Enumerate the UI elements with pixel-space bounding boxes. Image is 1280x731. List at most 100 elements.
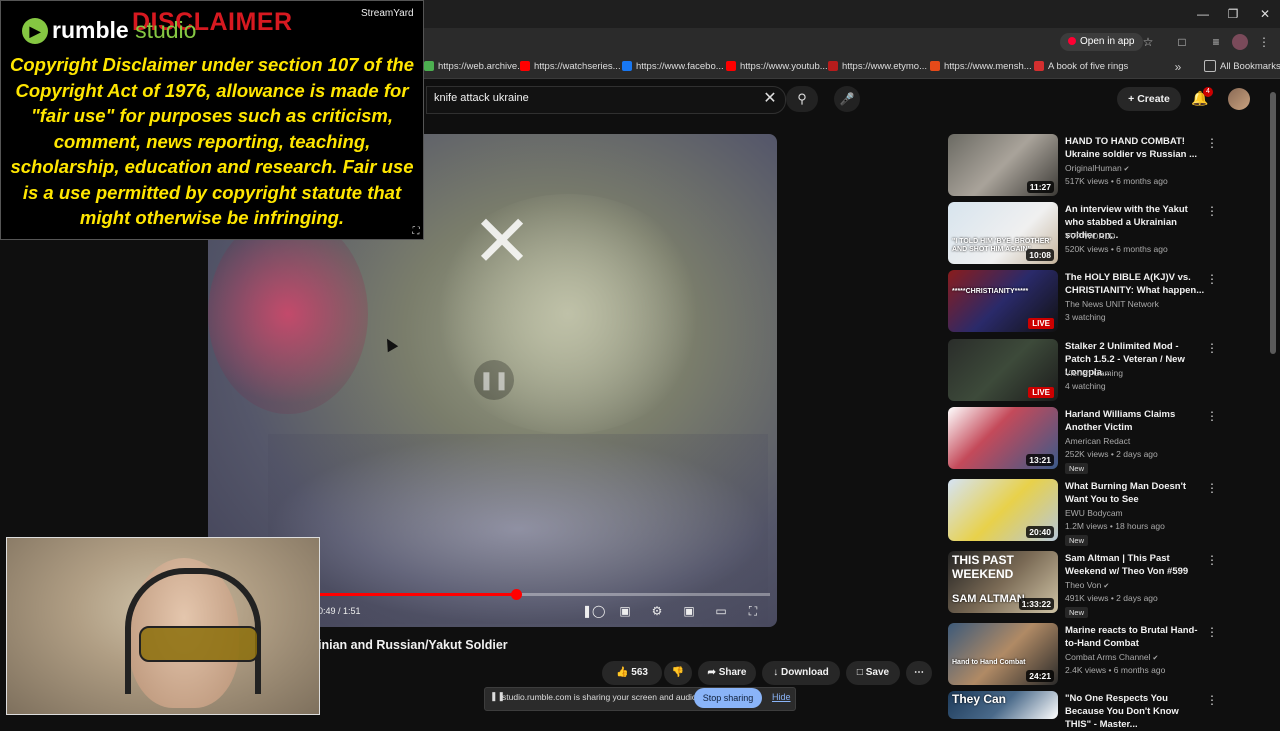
video-thumbnail[interactable]: "I TOLD HIM 'BYE, BROTHER' AND SHOT HIM … bbox=[948, 202, 1058, 264]
profile-icon[interactable] bbox=[1232, 34, 1248, 50]
related-video-title[interactable]: Marine reacts to Brutal Hand-to-Hand Com… bbox=[1065, 624, 1205, 650]
fullscreen-icon[interactable]: ⛶ bbox=[744, 603, 762, 619]
minimize-icon[interactable]: — bbox=[1188, 4, 1218, 24]
bookmark-label: https://www.youtub... bbox=[740, 61, 828, 72]
search-input[interactable]: knife attack ukraine bbox=[434, 92, 529, 104]
related-video-title[interactable]: HAND TO HAND COMBAT! Ukraine soldier vs … bbox=[1065, 135, 1205, 161]
channel-name[interactable]: Vierich Gaming bbox=[1065, 368, 1123, 378]
thumbs-down-icon: 👎 bbox=[671, 667, 685, 678]
extensions-icon[interactable]: □ bbox=[1174, 34, 1190, 50]
miniplayer-icon[interactable]: ▣ bbox=[680, 603, 698, 619]
bookmark-favicon-icon bbox=[726, 61, 736, 72]
video-thumbnail[interactable]: LIVE bbox=[948, 339, 1058, 401]
thumbnail-text: Hand to Hand Combat bbox=[952, 659, 1026, 666]
bookmark-item[interactable]: A book of five rings bbox=[1034, 59, 1128, 75]
hide-share-bar-link[interactable]: Hide bbox=[772, 692, 791, 702]
more-actions-button[interactable]: ⋯ bbox=[906, 661, 932, 685]
related-video-title[interactable]: The HOLY BIBLE A(KJ)V vs. CHRISTIANITY: … bbox=[1065, 271, 1205, 297]
verified-icon: ✔ bbox=[1150, 655, 1159, 662]
channel-name[interactable]: Combat Arms Channel ✔ bbox=[1065, 652, 1158, 662]
channel-name[interactable]: The News UNIT Network bbox=[1065, 299, 1159, 309]
bookmark-favicon-icon bbox=[622, 61, 632, 72]
expand-icon[interactable]: ⛶ bbox=[410, 226, 422, 238]
video-options-icon[interactable]: ⋮ bbox=[1206, 481, 1218, 495]
bookmark-item[interactable]: https://www.mensh... bbox=[930, 59, 1032, 75]
video-options-icon[interactable]: ⋮ bbox=[1206, 409, 1218, 423]
thumbnail-text: THIS PAST WEEKEND bbox=[952, 553, 1014, 581]
bookmark-item[interactable]: https://web.archive... bbox=[424, 59, 525, 75]
stop-sharing-button[interactable]: Stop sharing bbox=[694, 688, 762, 708]
autoplay-toggle-icon[interactable]: ❚◯ bbox=[582, 603, 605, 619]
open-in-app-button[interactable]: Open in app bbox=[1060, 33, 1143, 51]
channel-name[interactable]: OriginalHuman ✔ bbox=[1065, 163, 1130, 173]
video-stats: 517K views • 6 months ago bbox=[1065, 176, 1168, 186]
bookmark-icon: □ bbox=[856, 667, 866, 678]
theater-mode-icon[interactable]: ▭ bbox=[712, 603, 730, 619]
captions-icon[interactable]: ▣ bbox=[616, 603, 634, 619]
video-options-icon[interactable]: ⋮ bbox=[1206, 272, 1218, 286]
download-button[interactable]: ↓ Download bbox=[762, 661, 840, 685]
account-avatar[interactable] bbox=[1228, 88, 1250, 110]
related-video-title[interactable]: What Burning Man Doesn't Want You to See bbox=[1065, 480, 1205, 506]
video-options-icon[interactable]: ⋮ bbox=[1206, 553, 1218, 567]
video-thumbnail[interactable]: SAM ALTMAN THIS PAST WEEKEND 1:33:22 bbox=[948, 551, 1058, 613]
restore-icon[interactable]: ❐ bbox=[1218, 4, 1248, 24]
notification-count-badge: 4 bbox=[1203, 87, 1213, 97]
video-options-icon[interactable]: ⋮ bbox=[1206, 341, 1218, 355]
bookmark-item[interactable]: https://watchseries... bbox=[520, 59, 621, 75]
channel-name-text: OriginalHuman bbox=[1065, 163, 1122, 173]
channel-name[interactable]: TVP WORLD bbox=[1065, 231, 1115, 241]
video-options-icon[interactable]: ⋮ bbox=[1206, 625, 1218, 639]
search-icon[interactable]: ⚲ bbox=[786, 86, 818, 112]
more-icon: ⋯ bbox=[914, 667, 924, 678]
related-video-title[interactable]: "No One Respects You Because You Don't K… bbox=[1065, 692, 1205, 731]
dislike-button[interactable]: 👎 bbox=[664, 661, 692, 685]
video-thumbnail[interactable]: *****CHRISTIANITY***** LIVE bbox=[948, 270, 1058, 332]
bookmark-label: https://watchseries... bbox=[534, 61, 621, 72]
bookmark-item[interactable]: https://www.facebo... bbox=[622, 59, 724, 75]
share-button[interactable]: ➦ Share bbox=[698, 661, 756, 685]
bookmark-label: https://www.mensh... bbox=[944, 61, 1032, 72]
duration-badge: 10:08 bbox=[1026, 249, 1054, 261]
video-stats: 1.2M views • 18 hours ago bbox=[1065, 521, 1165, 531]
video-thumbnail[interactable]: 11:27 bbox=[948, 134, 1058, 196]
progress-played bbox=[318, 593, 517, 596]
video-options-icon[interactable]: ⋮ bbox=[1206, 693, 1218, 707]
related-video-title[interactable]: Sam Altman | This Past Weekend w/ Theo V… bbox=[1065, 552, 1205, 578]
close-window-icon[interactable]: ✕ bbox=[1250, 4, 1280, 24]
browser-menu-icon[interactable]: ⋮ bbox=[1256, 34, 1272, 50]
video-thumbnail[interactable]: 13:21 bbox=[948, 407, 1058, 469]
channel-name[interactable]: American Redact bbox=[1065, 436, 1130, 446]
bookmark-item[interactable]: https://www.etymo... bbox=[828, 59, 927, 75]
star-icon[interactable]: ☆ bbox=[1140, 34, 1156, 50]
all-bookmarks-button[interactable]: All Bookmarks bbox=[1204, 59, 1280, 75]
video-options-icon[interactable]: ⋮ bbox=[1206, 204, 1218, 218]
like-button[interactable]: 👍 563 bbox=[602, 661, 662, 685]
video-thumbnail[interactable]: Hand to Hand Combat 24:21 bbox=[948, 623, 1058, 685]
clear-search-icon[interactable]: ✕ bbox=[762, 90, 778, 108]
download-icon: ↓ bbox=[773, 667, 781, 678]
video-options-icon[interactable]: ⋮ bbox=[1206, 136, 1218, 150]
progress-scrubber[interactable] bbox=[510, 589, 522, 600]
video-thumbnail[interactable]: 20:40 bbox=[948, 479, 1058, 541]
pause-overlay-icon[interactable]: ❚❚ bbox=[474, 360, 514, 400]
bookmark-item[interactable]: https://www.youtub... bbox=[726, 59, 828, 75]
channel-name[interactable]: EWU Bodycam bbox=[1065, 508, 1123, 518]
save-button[interactable]: □ Save bbox=[846, 661, 900, 685]
scrollbar[interactable] bbox=[1270, 92, 1276, 354]
bookmarks-overflow-icon[interactable]: » bbox=[1170, 59, 1186, 75]
new-badge: New bbox=[1065, 607, 1089, 618]
bookmark-label: A book of five rings bbox=[1048, 61, 1129, 72]
channel-name[interactable]: Theo Von ✔ bbox=[1065, 580, 1109, 590]
rumble-logo-studio-word: studio bbox=[135, 17, 197, 43]
create-button[interactable]: + Create bbox=[1117, 87, 1181, 111]
video-thumbnail[interactable]: They Can bbox=[948, 691, 1058, 719]
plus-icon: + bbox=[1128, 93, 1138, 105]
settings-gear-icon[interactable]: ⚙ bbox=[648, 603, 666, 619]
related-video-title[interactable]: Harland Williams Claims Another Victim bbox=[1065, 408, 1205, 434]
microphone-icon[interactable]: 🎤 bbox=[834, 86, 860, 112]
video-frame-detail bbox=[208, 214, 368, 414]
duration-badge: 24:21 bbox=[1026, 670, 1054, 682]
media-controls-icon[interactable]: ≡ bbox=[1208, 34, 1224, 50]
channel-name-text: Theo Von bbox=[1065, 580, 1102, 590]
